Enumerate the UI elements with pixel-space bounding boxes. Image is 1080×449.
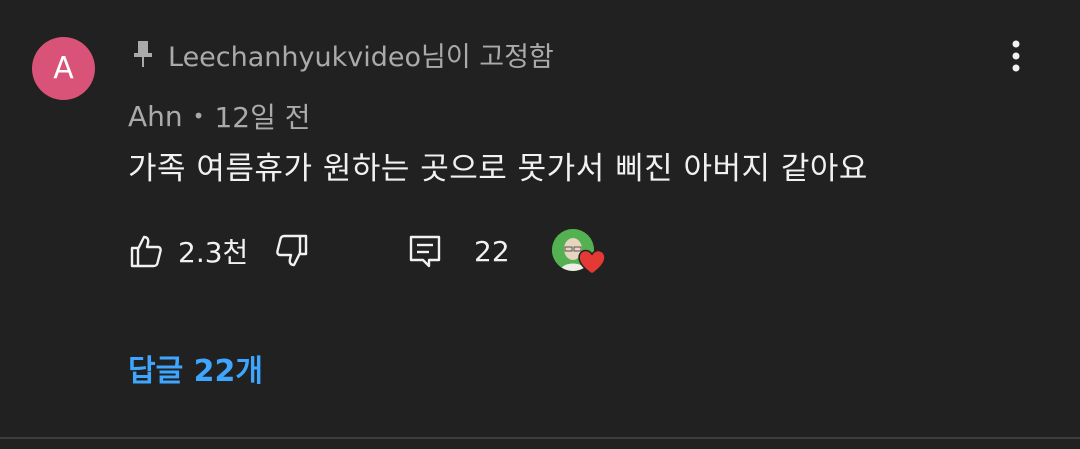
comment-meta: Ahn • 12일 전 <box>128 96 311 136</box>
author-avatar[interactable]: A <box>32 37 95 100</box>
dislike-button[interactable] <box>274 226 310 276</box>
thumbs-down-icon <box>276 234 308 267</box>
pin-icon <box>130 39 156 69</box>
author-name[interactable]: Ahn <box>128 100 183 133</box>
divider <box>0 437 1080 439</box>
like-button[interactable]: 2.3천 <box>128 226 248 276</box>
pinned-comment: A Leechanhyukvideo님이 고정함 Ahn • 12일 전 가족 … <box>0 0 1080 449</box>
reply-button[interactable]: 22 <box>408 226 510 276</box>
reply-comment-icon <box>409 235 441 268</box>
reply-count: 22 <box>474 234 510 268</box>
creator-heart-icon <box>578 249 606 275</box>
meta-separator: • <box>192 104 205 128</box>
thumbs-up-icon <box>130 235 162 268</box>
like-count: 2.3천 <box>178 236 249 269</box>
pinned-text: Leechanhyukvideo님이 고정함 <box>168 41 554 73</box>
comment-actions: 2.3천 22 <box>128 226 628 276</box>
comment-text: 가족 여름휴가 원하는 곳으로 못가서 삐진 아버지 같아요 <box>128 151 868 187</box>
more-options-button[interactable] <box>996 36 1036 76</box>
creator-heart-badge <box>552 229 606 279</box>
comment-timestamp: 12일 전 <box>214 101 311 134</box>
more-vertical-icon <box>1012 40 1020 72</box>
pinned-label: Leechanhyukvideo님이 고정함 <box>130 36 554 73</box>
view-replies-link[interactable]: 답글 22개 <box>128 346 263 390</box>
